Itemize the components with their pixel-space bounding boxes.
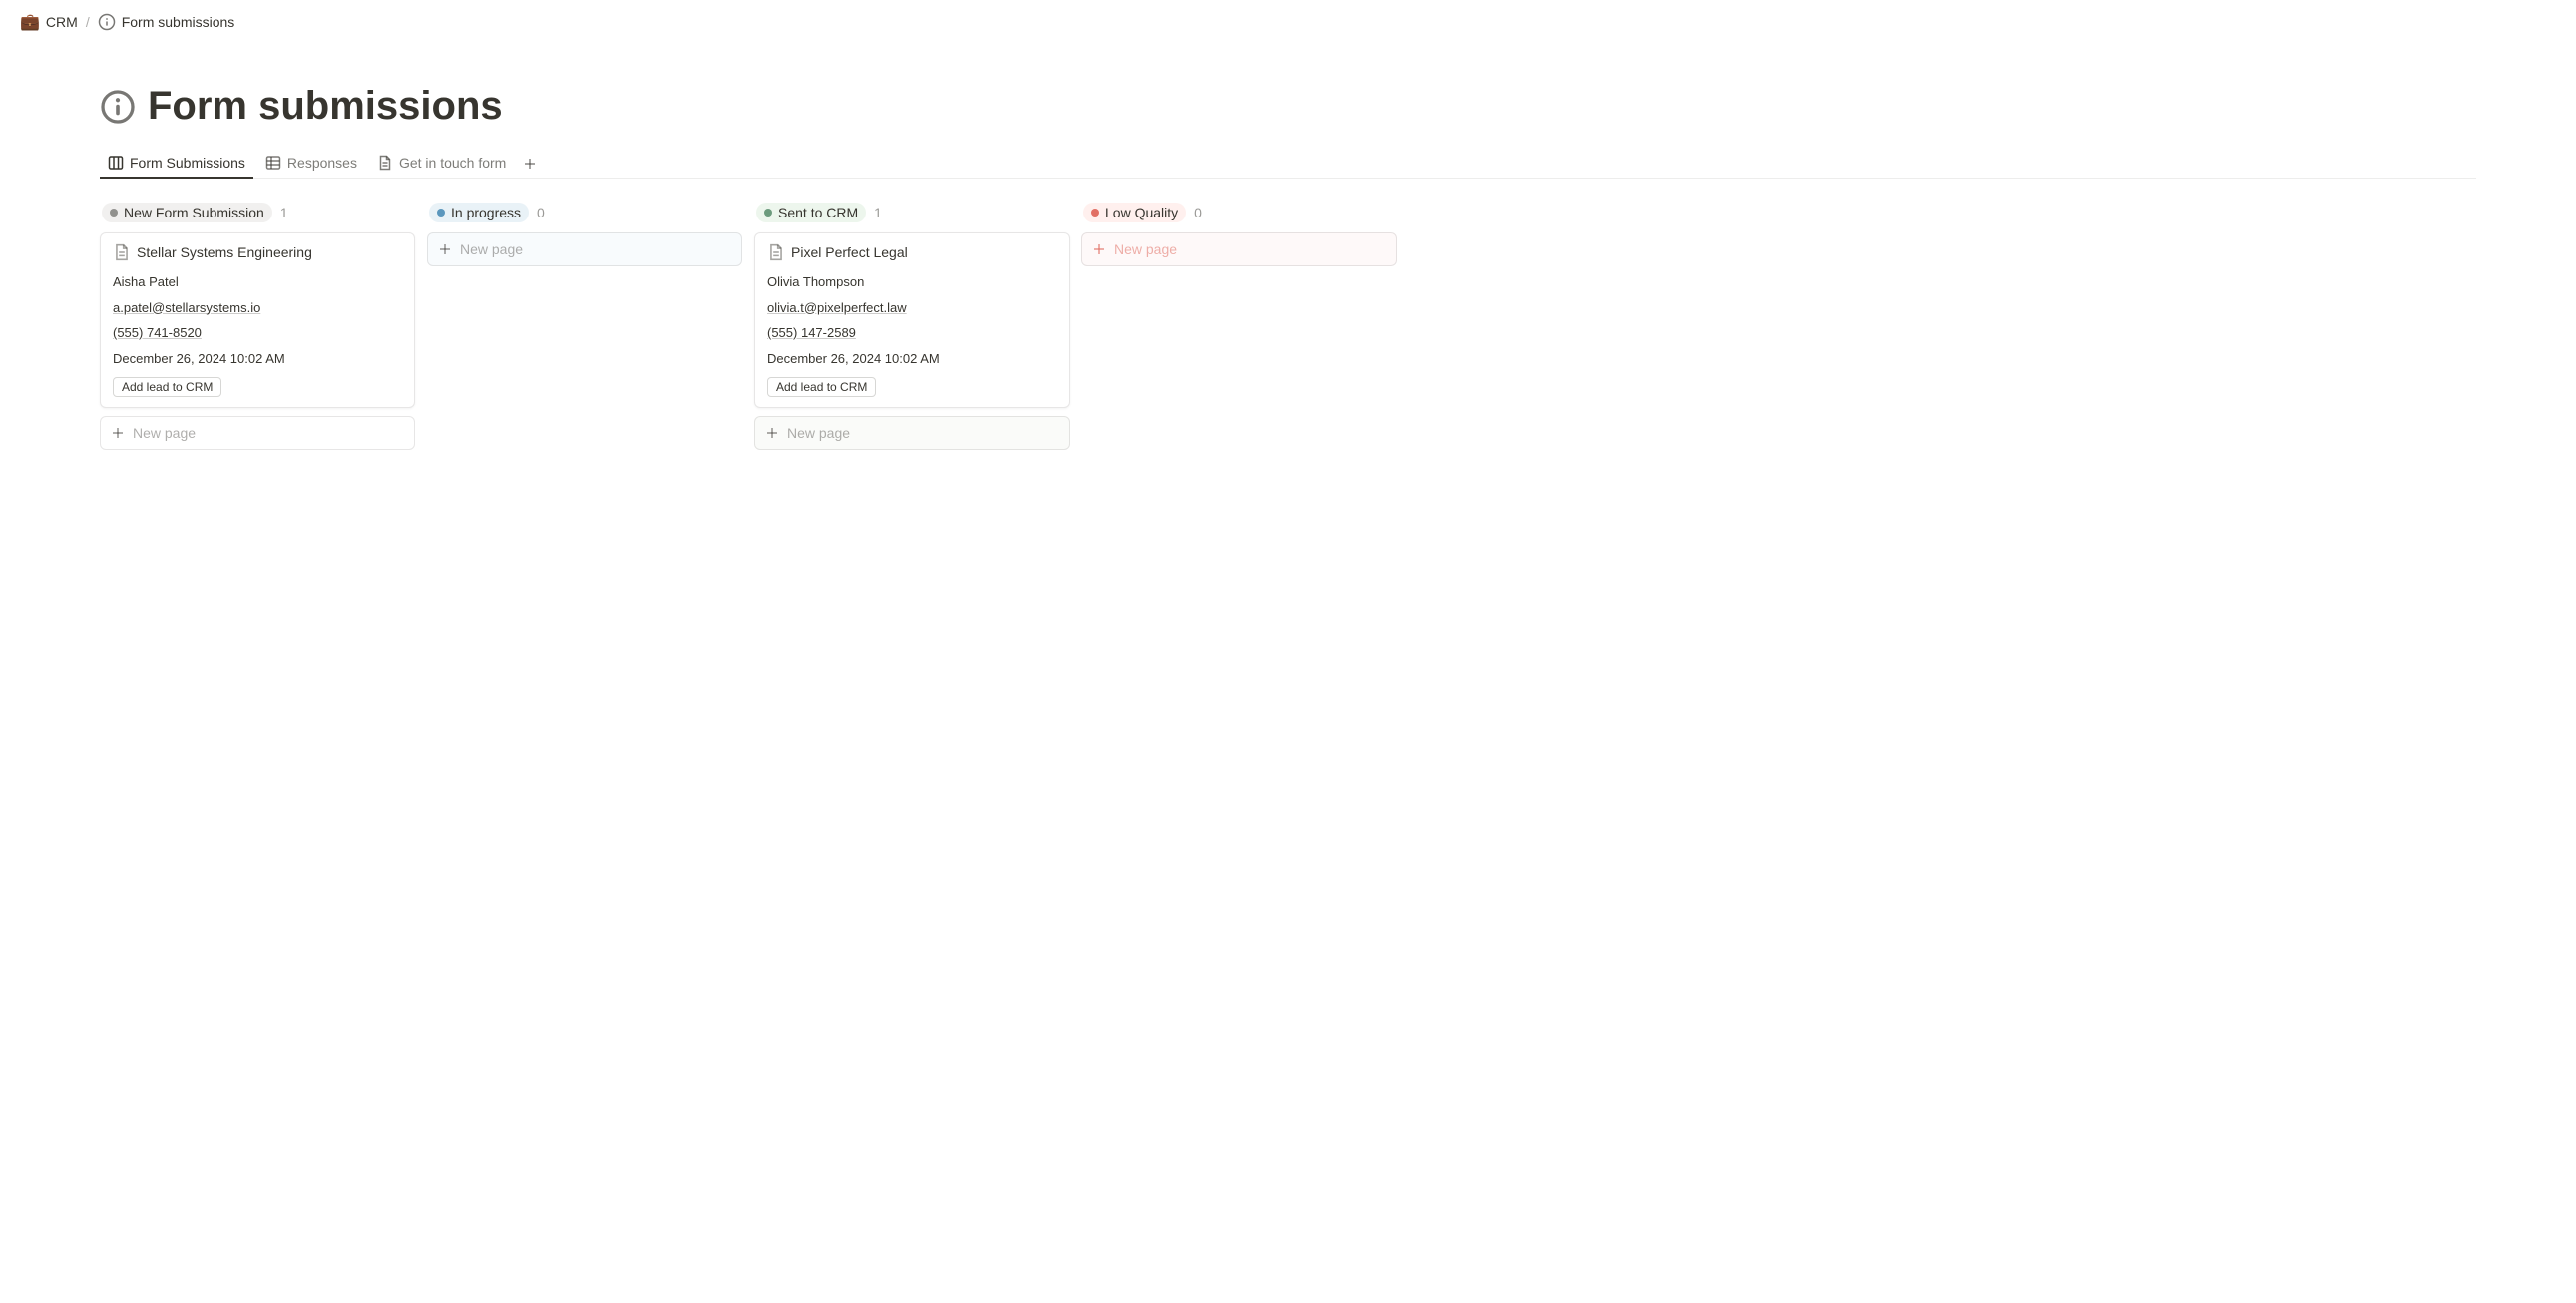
card-contact-name: Aisha Patel xyxy=(113,269,402,295)
plus-icon xyxy=(765,426,779,440)
new-page-button[interactable]: New page xyxy=(100,416,415,450)
status-label: Sent to CRM xyxy=(778,205,858,220)
board-column: New Form Submission 1 Stellar Systems Engi… xyxy=(100,199,415,450)
status-pill[interactable]: Low Quality xyxy=(1083,203,1186,222)
plus-icon xyxy=(1092,242,1106,256)
tab-form-submissions[interactable]: Form Submissions xyxy=(100,149,253,179)
board-column: Low Quality 0 New page xyxy=(1081,199,1397,266)
status-dot-icon xyxy=(110,209,118,217)
add-lead-to-crm-button[interactable]: Add lead to CRM xyxy=(113,377,221,397)
page-icon xyxy=(113,243,131,261)
status-label: New Form Submission xyxy=(124,205,264,220)
status-pill[interactable]: New Form Submission xyxy=(102,203,272,222)
status-dot-icon xyxy=(437,209,445,217)
view-tabs: Form Submissions Responses Get in touch … xyxy=(100,149,2476,179)
new-page-label: New page xyxy=(787,425,850,441)
board-column: Sent to CRM 1 Pixel Perfect Legal Olivia Th… xyxy=(754,199,1070,450)
new-page-button[interactable]: New page xyxy=(427,232,742,266)
board-card[interactable]: Stellar Systems Engineering Aisha Patela.… xyxy=(100,232,415,408)
plus-icon xyxy=(111,426,125,440)
card-phone: (555) 147-2589 xyxy=(767,320,1057,346)
status-label: In progress xyxy=(451,205,521,220)
card-contact-name: Olivia Thompson xyxy=(767,269,1057,295)
tab-get-in-touch-form[interactable]: Get in touch form xyxy=(369,149,514,179)
new-page-label: New page xyxy=(460,241,523,257)
status-dot-icon xyxy=(1091,209,1099,217)
breadcrumb-root[interactable]: 💼 CRM xyxy=(20,12,78,32)
add-view-button[interactable] xyxy=(518,152,542,176)
breadcrumb-root-label: CRM xyxy=(46,14,78,30)
card-title: Stellar Systems Engineering xyxy=(137,244,312,260)
page-title: Form submissions xyxy=(148,84,503,129)
status-pill[interactable]: In progress xyxy=(429,203,529,222)
board-icon xyxy=(108,155,124,171)
card-timestamp: December 26, 2024 10:02 AM xyxy=(767,346,1057,372)
briefcase-icon: 💼 xyxy=(20,12,40,32)
breadcrumb-page[interactable]: Form submissions xyxy=(98,13,235,31)
breadcrumb-separator: / xyxy=(86,14,90,30)
status-dot-icon xyxy=(764,209,772,217)
column-count: 1 xyxy=(280,205,288,220)
plus-icon xyxy=(438,242,452,256)
new-page-label: New page xyxy=(1114,241,1177,257)
add-lead-to-crm-button[interactable]: Add lead to CRM xyxy=(767,377,876,397)
breadcrumb-page-label: Form submissions xyxy=(122,14,235,30)
new-page-button[interactable]: New page xyxy=(1081,232,1397,266)
status-pill[interactable]: Sent to CRM xyxy=(756,203,866,222)
column-count: 0 xyxy=(537,205,545,220)
status-label: Low Quality xyxy=(1105,205,1178,220)
column-header: New Form Submission 1 xyxy=(100,199,415,232)
page-icon xyxy=(767,243,785,261)
card-email: olivia.t@pixelperfect.law xyxy=(767,295,1057,321)
page-header: Form submissions xyxy=(100,84,2476,129)
tab-label: Get in touch form xyxy=(399,155,506,171)
board-column: In progress 0 New page xyxy=(427,199,742,266)
kanban-board: New Form Submission 1 Stellar Systems Engi… xyxy=(100,191,2476,450)
card-phone: (555) 741-8520 xyxy=(113,320,402,346)
card-timestamp: December 26, 2024 10:02 AM xyxy=(113,346,402,372)
tab-label: Form Submissions xyxy=(130,155,245,171)
tab-label: Responses xyxy=(287,155,357,171)
column-header: Low Quality 0 xyxy=(1081,199,1397,232)
column-header: Sent to CRM 1 xyxy=(754,199,1070,232)
page-icon xyxy=(377,155,393,171)
column-count: 0 xyxy=(1194,205,1202,220)
new-page-button[interactable]: New page xyxy=(754,416,1070,450)
breadcrumb: 💼 CRM / Form submissions xyxy=(0,0,2576,44)
board-card[interactable]: Pixel Perfect Legal Olivia Thompsonolivia… xyxy=(754,232,1070,408)
card-email: a.patel@stellarsystems.io xyxy=(113,295,402,321)
info-icon xyxy=(98,13,116,31)
column-count: 1 xyxy=(874,205,882,220)
table-icon xyxy=(265,155,281,171)
column-header: In progress 0 xyxy=(427,199,742,232)
info-icon xyxy=(100,89,136,125)
tab-responses[interactable]: Responses xyxy=(257,149,365,179)
new-page-label: New page xyxy=(133,425,196,441)
card-title: Pixel Perfect Legal xyxy=(791,244,908,260)
